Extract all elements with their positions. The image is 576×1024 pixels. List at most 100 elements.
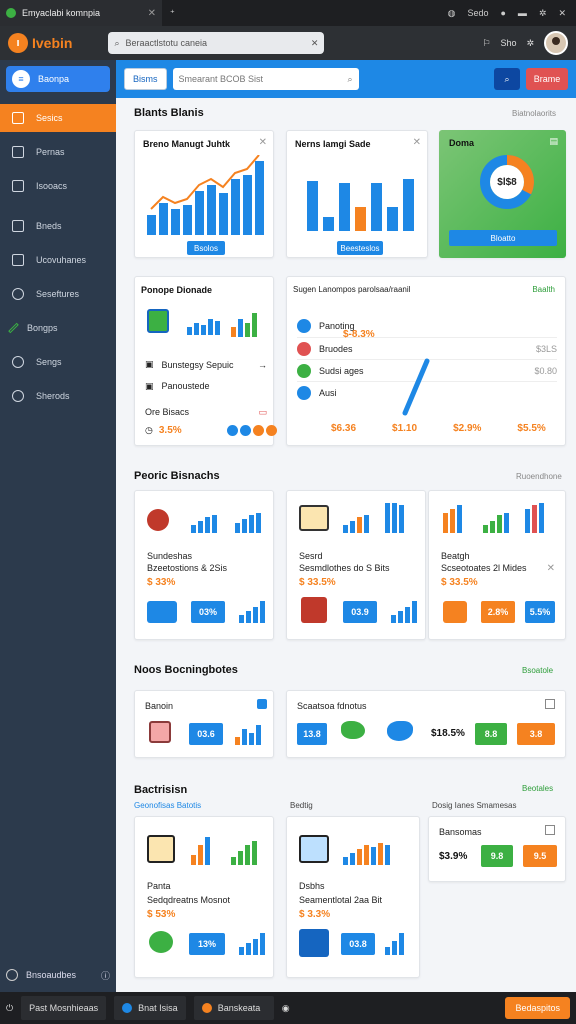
sidebar-item-label: Sherods — [36, 391, 70, 401]
taskbar-item[interactable]: Bnat Isisa — [114, 996, 186, 1020]
value-tile[interactable]: 9.5 — [523, 845, 557, 867]
sidebar-item-bongps[interactable]: Bongps — [0, 314, 116, 342]
grid-icon — [12, 112, 24, 124]
sidebar-item-seseftures[interactable]: Seseftures — [0, 280, 116, 308]
red-action-button[interactable]: Brame — [526, 68, 568, 90]
close-window-icon[interactable]: ✕ — [558, 8, 566, 19]
product-image — [147, 509, 169, 531]
close-icon[interactable]: ✕ — [259, 137, 267, 148]
value-tile[interactable]: 8.8 — [475, 723, 507, 745]
power-icon[interactable]: ⏻ — [6, 1003, 13, 1014]
close-icon[interactable]: ✕ — [413, 137, 421, 148]
value-tile[interactable]: 03.8 — [341, 933, 375, 955]
value-tile[interactable]: 03.9 — [343, 601, 377, 623]
search-button[interactable]: ⌕ — [494, 68, 520, 90]
avatar[interactable] — [544, 31, 568, 55]
donut-button[interactable]: Bloatto — [449, 230, 557, 246]
list-item[interactable]: Bruodes $3LS — [297, 337, 557, 359]
toolbar-search[interactable]: Smearant BCOB Sist ⌕ — [172, 68, 359, 90]
line-chart-bar — [255, 161, 264, 235]
translate-icon[interactable]: ⚐ — [482, 38, 490, 49]
taskbar-action-button[interactable]: Bedaspitos — [505, 997, 570, 1019]
list-item[interactable]: Panoting — [297, 315, 557, 337]
product-image — [299, 835, 329, 863]
value-tile[interactable]: 2.8% — [481, 601, 515, 623]
info-icon[interactable] — [257, 699, 267, 709]
sidebar-item-ucovuhanes[interactable]: Ucovuhanes — [0, 246, 116, 274]
chart-button[interactable]: Beesteslos — [337, 241, 383, 255]
bar-chart-card: Nerns Iamgi Sade ✕ Beesteslos — [286, 130, 428, 258]
summary-row[interactable]: ▣ Panoustede — [145, 381, 210, 392]
menu-icon[interactable]: ▤ — [549, 136, 558, 147]
location-icon[interactable]: ◉ — [282, 1003, 290, 1014]
sidebar-brand[interactable]: ≡ Baonpa — [6, 66, 110, 92]
card-link[interactable]: Baalth — [532, 285, 555, 294]
sidebar-brand-label: Baonpa — [38, 74, 70, 84]
value-tile[interactable]: 9.8 — [481, 845, 513, 867]
header-search[interactable]: ⌕ Beraactlstotu caneia ✕ — [108, 32, 325, 54]
checkbox[interactable] — [545, 825, 555, 835]
settings-icon[interactable]: ▬ — [518, 8, 527, 18]
card-title: Sugen Lanompos parolsaa/raanil — [293, 285, 411, 294]
summary-value: 3.5% — [158, 425, 182, 436]
sidebar-item-sesics[interactable]: Sesics — [0, 104, 116, 132]
list-icon — [297, 385, 311, 400]
sidebar-item-label: Sengs — [36, 357, 62, 367]
value-tile[interactable]: 03.6 — [189, 723, 223, 745]
settings-gear-icon[interactable]: ✲ — [539, 8, 547, 19]
taskbar-item[interactable]: Banskeata — [193, 996, 274, 1020]
sidebar-item-label: Sesics — [36, 113, 63, 123]
line-chart-bar — [195, 191, 204, 235]
section-link[interactable]: Biatnolaorits — [512, 109, 556, 118]
info-icon[interactable]: ⓘ — [101, 969, 110, 982]
sidebar-item-isooacs[interactable]: Isooacs — [0, 172, 116, 200]
pencil-icon — [8, 322, 19, 334]
product-name: Sundeshas — [147, 551, 193, 561]
mini-bars — [239, 933, 265, 955]
list-value: $0.80 — [534, 365, 557, 376]
sidebar-item-sengs[interactable]: Sengs — [0, 348, 116, 376]
bar-chart-bar — [355, 207, 366, 231]
new-tab-icon[interactable]: ⁺ — [170, 8, 175, 19]
value-tile[interactable]: 13% — [189, 933, 225, 955]
section-link[interactable]: Ruoendhone — [516, 472, 562, 481]
product-desc: Bzeetostions & 2Sis — [147, 563, 228, 573]
map-icon — [387, 721, 413, 741]
clear-icon[interactable]: ✕ — [311, 38, 319, 49]
sidebar-footer[interactable]: Bnsoaudbes ⓘ — [6, 964, 110, 986]
sidebar-item-pernas[interactable]: Pernas — [0, 138, 116, 166]
section-link[interactable]: Beotales — [522, 784, 553, 793]
line-chart-bar — [231, 179, 240, 235]
sidebar-item-sherods[interactable]: Sherods — [0, 382, 116, 410]
bar-chart — [307, 179, 414, 231]
stat-label: Banoin — [145, 701, 174, 711]
box-icon: ▣ — [145, 381, 154, 391]
chart-button[interactable]: Bsolos — [187, 241, 225, 255]
section-link[interactable]: Bsoatole — [522, 666, 553, 675]
close-icon[interactable]: ✕ — [547, 563, 555, 574]
value-tile[interactable]: 03% — [191, 601, 225, 623]
close-icon[interactable]: ✕ — [148, 8, 156, 19]
value-tile[interactable]: 13.8 — [297, 723, 327, 745]
mini-bars — [231, 309, 257, 337]
line-chart-bar — [219, 193, 228, 235]
tab-bisms[interactable]: Bisms — [124, 68, 167, 90]
settings-icon — [12, 288, 24, 300]
stat-card: Bansomas $3.9% 9.8 9.5 — [428, 816, 566, 882]
checkbox[interactable] — [545, 699, 555, 709]
settings-icon[interactable]: ✲ — [526, 38, 534, 49]
search-icon: ⌕ — [347, 73, 353, 84]
sidebar-item-label: Bneds — [36, 221, 62, 231]
product-desc: Sedqdreatns Mosnot — [147, 895, 231, 905]
browser-tab[interactable]: Emyaclabi komnpia ✕ — [0, 0, 162, 26]
value-tile[interactable]: 5.5% — [525, 601, 555, 623]
value-tile[interactable]: 3.8 — [517, 723, 555, 745]
download-icon[interactable]: ● — [500, 8, 505, 18]
summary-row[interactable]: Ore Bisacs ▭ — [145, 407, 267, 418]
summary-row[interactable]: ▣ Bunstegsy Sepuic → — [145, 359, 267, 370]
shield-icon[interactable]: ◍ — [448, 8, 456, 19]
stat-card: Scaatsoa fdnotus 13.8 $18.5% 8.8 3.8 — [286, 690, 566, 758]
sidebar-item-bneds[interactable]: Bneds — [0, 212, 116, 240]
taskbar-item[interactable]: Past Mosnhieaas — [21, 996, 107, 1020]
app-icon — [201, 1003, 212, 1013]
